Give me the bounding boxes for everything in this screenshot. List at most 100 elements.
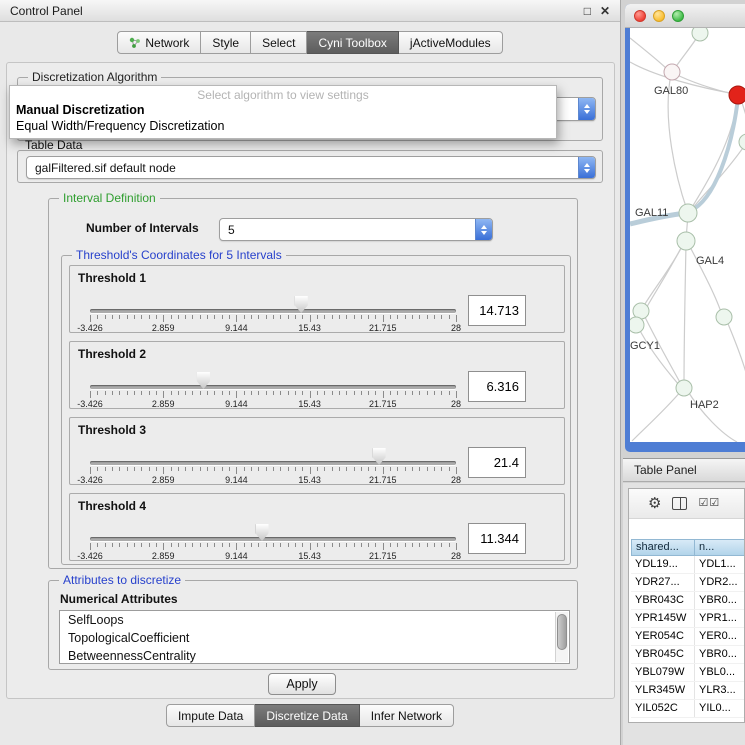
close-window-icon[interactable]: ✕ [600,4,610,18]
threshold-value-field[interactable]: 14.713 [468,295,526,326]
table-row[interactable]: YBL079WYBL0... [631,664,745,682]
table-cell[interactable]: YLR345W [631,682,695,699]
minimize-traffic-light-icon[interactable] [653,10,665,22]
tick-mark [149,315,150,319]
table-cell[interactable]: YBR0... [695,646,745,663]
table-panel-header[interactable]: Table Panel [623,458,745,482]
attribute-item[interactable]: SelfLoops [60,611,569,629]
tab-style[interactable]: Style [201,31,251,54]
network-view-window: GAL80GAL11GAL4GCY1HAP2 [625,4,745,452]
table-cell[interactable]: YBL0... [695,664,745,681]
slider-track[interactable] [90,309,456,313]
tick-mark [288,315,289,319]
combobox-stepper-icon[interactable] [475,219,492,240]
network-node[interactable] [716,309,732,325]
threshold-value-field[interactable]: 21.4 [468,447,526,478]
slider-scale-labels: -3.4262.8599.14415.4321.71528 [90,551,456,562]
table-row[interactable]: YER054CYER0... [631,628,745,646]
bottom-tab-infer-network[interactable]: Infer Network [360,704,454,727]
num-intervals-combobox[interactable]: 5 [219,218,493,241]
column-header-name[interactable]: n... [695,539,745,556]
tick-mark [332,315,333,319]
network-node[interactable] [677,232,695,250]
threshold-value-field[interactable]: 6.316 [468,371,526,402]
table-row[interactable]: YBR045CYBR0... [631,646,745,664]
combobox-stepper-icon[interactable] [578,98,595,120]
table-row[interactable]: YLR345WYLR3... [631,682,745,700]
attributes-listbox[interactable]: SelfLoopsTopologicalCoefficientBetweenne… [59,610,570,664]
close-traffic-light-icon[interactable] [634,10,646,22]
table-row[interactable]: YPR145WYPR1... [631,610,745,628]
tick-mark [317,543,318,547]
table-settings-gear-icon[interactable]: ⚙ [648,496,661,511]
tick-mark [127,467,128,471]
table-cell[interactable]: YBL079W [631,664,695,681]
bottom-tab-impute-data[interactable]: Impute Data [166,704,255,727]
tab-label: Select [262,36,295,50]
tab-jactivemodules[interactable]: jActiveModules [399,31,503,54]
attributes-scrollbar[interactable] [555,612,568,662]
network-window-titlebar[interactable] [625,4,745,28]
table-cell[interactable]: YDL19... [631,556,695,573]
bottom-tab-discretize-data[interactable]: Discretize Data [255,704,359,727]
table-cell[interactable]: YIL052C [631,700,695,717]
tick-mark [171,543,172,547]
tab-cyni-toolbox[interactable]: Cyni Toolbox [307,31,398,54]
zoom-traffic-light-icon[interactable] [672,10,684,22]
tick-mark [441,467,442,471]
threshold-slider[interactable]: -3.4262.8599.14415.4321.71528 [90,342,456,410]
tick-mark [295,315,296,319]
network-node[interactable] [692,28,708,41]
highlighted-network-node[interactable] [729,86,745,104]
network-node[interactable] [630,317,644,333]
slider-track[interactable] [90,461,456,465]
table-cell[interactable]: YER0... [695,628,745,645]
attribute-item[interactable]: TopologicalCoefficient [60,629,569,647]
table-cell[interactable]: YER054C [631,628,695,645]
table-cell[interactable]: YDR2... [695,574,745,591]
table-cell[interactable]: YBR043C [631,592,695,609]
table-cell[interactable]: YPR1... [695,610,745,627]
scrollbar-thumb[interactable] [557,614,567,650]
threshold-slider[interactable]: -3.4262.8599.14415.4321.71528 [90,266,456,334]
table-row[interactable]: YDR27...YDR2... [631,574,745,592]
dropdown-option-manual-discretization[interactable]: Manual Discretization [10,102,556,118]
show-columns-icon[interactable] [672,497,687,510]
float-window-icon[interactable]: □ [584,4,591,18]
attribute-item[interactable]: BetweennessCentrality [60,647,569,664]
slider-track[interactable] [90,537,456,541]
table-cell[interactable]: YDR27... [631,574,695,591]
network-canvas[interactable]: GAL80GAL11GAL4GCY1HAP2 [630,28,745,442]
table-cell[interactable]: YLR3... [695,682,745,699]
table-row[interactable]: YIL052CYIL0... [631,700,745,718]
threshold-slider[interactable]: -3.4262.8599.14415.4321.71528 [90,418,456,486]
network-node[interactable] [679,204,697,222]
table-row[interactable]: YDL19...YDL1... [631,556,745,574]
combobox-stepper-icon[interactable] [578,157,595,178]
network-node[interactable] [739,134,745,150]
column-header-shared-name[interactable]: shared... [631,539,695,556]
table-cell[interactable]: YIL0... [695,700,745,717]
table-row[interactable]: YBR043CYBR0... [631,592,745,610]
scale-label: 15.43 [298,399,321,409]
threshold-slider[interactable]: -3.4262.8599.14415.4321.71528 [90,494,456,562]
tab-select[interactable]: Select [251,31,307,54]
dropdown-option-equal-width-frequency[interactable]: Equal Width/Frequency Discretization [10,118,556,134]
table-cell[interactable]: YBR0... [695,592,745,609]
tick-mark [280,391,281,395]
network-node[interactable] [664,64,680,80]
apply-button[interactable]: Apply [268,673,336,695]
table-cell[interactable]: YBR045C [631,646,695,663]
node-label: GAL11 [635,207,668,219]
table-cell[interactable]: YDL1... [695,556,745,573]
select-columns-check-icons[interactable]: ☑☑ [698,498,720,509]
tick-mark [434,543,435,547]
table-data-combobox[interactable]: galFiltered.sif default node [26,156,596,179]
table-cell[interactable]: YPR145W [631,610,695,627]
control-panel-titlebar[interactable]: Control Panel □ ✕ [0,0,620,22]
threshold-value-field[interactable]: 11.344 [468,523,526,554]
slider-track[interactable] [90,385,456,389]
tick-mark [214,315,215,319]
network-node[interactable] [676,380,692,396]
tab-network[interactable]: Network [117,31,201,54]
